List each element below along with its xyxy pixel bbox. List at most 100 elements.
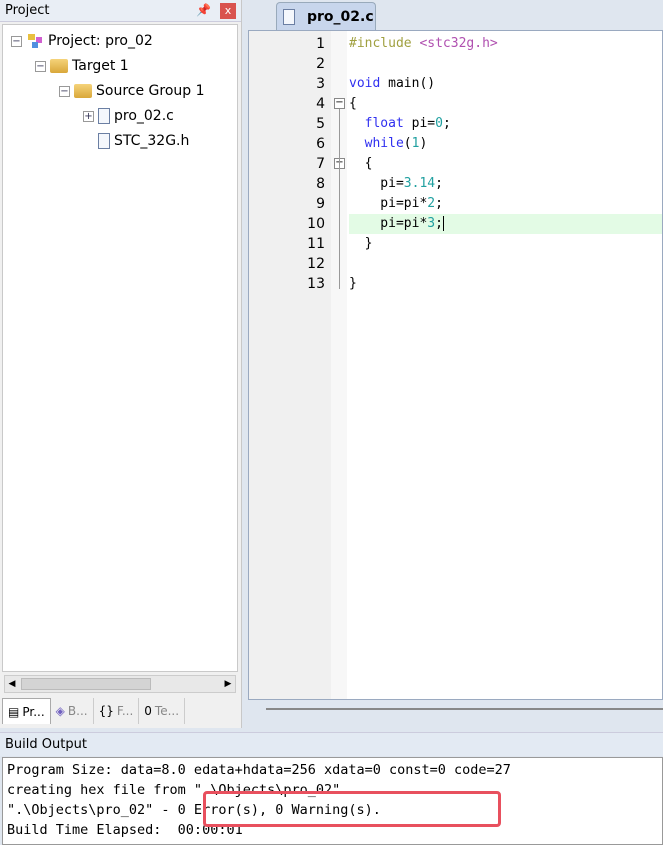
line-number: 4 bbox=[316, 96, 325, 112]
project-panel-tabs: ▤ Pr... ◈ B...{} F... 0 Te... bbox=[2, 698, 186, 726]
code-token: ) bbox=[419, 136, 428, 151]
line-number: 1 bbox=[316, 36, 325, 52]
tree-node-label: pro_02.c bbox=[114, 108, 174, 124]
line-number: 9 bbox=[316, 196, 325, 212]
panel-tab-label: F... bbox=[116, 704, 134, 718]
close-panel-button[interactable]: x bbox=[220, 3, 236, 19]
code-token: pi= bbox=[403, 116, 436, 131]
tree-node[interactable]: − Project: pro_02 bbox=[11, 31, 153, 51]
editor-bottom-divider bbox=[266, 708, 663, 710]
code-line[interactable]: void main() bbox=[349, 74, 662, 94]
line-number: 3 bbox=[316, 76, 325, 92]
expand-icon[interactable]: + bbox=[83, 110, 94, 122]
collapse-icon[interactable]: − bbox=[35, 60, 46, 72]
code-token: ( bbox=[403, 136, 412, 151]
code-line[interactable]: pi=pi*3; bbox=[349, 214, 662, 234]
code-line[interactable]: #include <stc32g.h> bbox=[349, 34, 662, 54]
target-folder-icon bbox=[50, 59, 68, 73]
code-line[interactable]: float pi=0; bbox=[349, 114, 662, 134]
project-panel-title: Project bbox=[5, 3, 50, 18]
code-token: pi=pi* bbox=[349, 196, 428, 211]
code-token: 2 bbox=[427, 196, 436, 211]
code-token: { bbox=[349, 96, 357, 111]
code-token: ; bbox=[442, 116, 451, 131]
line-number: 5 bbox=[316, 116, 325, 132]
code-token: ; bbox=[435, 216, 443, 231]
code-line[interactable]: } bbox=[349, 234, 662, 254]
line-number: 12 bbox=[307, 256, 325, 272]
tree-node[interactable]: STC_32G.h bbox=[83, 131, 189, 151]
code-token: } bbox=[349, 236, 373, 251]
books-icon: ◈ bbox=[55, 704, 65, 718]
code-line[interactable]: pi=pi*2; bbox=[349, 194, 662, 214]
file-icon bbox=[283, 8, 295, 25]
line-number: 2 bbox=[316, 56, 325, 72]
panel-tab[interactable]: 0 Te... bbox=[139, 698, 186, 724]
tree-node-label: Project: pro_02 bbox=[48, 33, 153, 49]
code-line[interactable]: pi=3.14; bbox=[349, 174, 662, 194]
tree-node-label: Source Group 1 bbox=[96, 83, 205, 99]
code-line[interactable] bbox=[349, 254, 662, 274]
collapse-icon[interactable]: − bbox=[11, 35, 22, 47]
scroll-right-icon[interactable]: ▶ bbox=[221, 676, 235, 692]
code-line[interactable]: while(1) bbox=[349, 134, 662, 154]
line-number: 10 bbox=[307, 216, 325, 232]
code-line[interactable]: { bbox=[349, 154, 662, 174]
code-token: while bbox=[364, 136, 404, 151]
tab-pro-02-c[interactable]: pro_02.c bbox=[276, 2, 376, 30]
editor-tab-label: pro_02.c bbox=[307, 8, 374, 25]
panel-tab-label: Te... bbox=[154, 704, 180, 718]
folder-icon bbox=[74, 84, 92, 98]
code-token: float bbox=[364, 116, 404, 131]
panel-tab-label: B... bbox=[67, 704, 88, 718]
error-warning-highlight-box bbox=[203, 791, 501, 827]
code-token: 3.14 bbox=[403, 176, 436, 191]
scroll-left-icon[interactable]: ◀ bbox=[5, 676, 19, 692]
project-panel-header: Project 📌 x bbox=[0, 0, 241, 22]
code-token: } bbox=[349, 276, 357, 291]
code-token: 3 bbox=[427, 216, 436, 231]
project-icon bbox=[26, 33, 44, 49]
line-number: 6 bbox=[316, 136, 325, 152]
panel-tab-label: Pr... bbox=[22, 704, 45, 719]
code-line[interactable]: { bbox=[349, 94, 662, 114]
tree-node-label: Target 1 bbox=[72, 58, 129, 74]
code-token: #include bbox=[349, 36, 420, 51]
panel-tab[interactable]: ◈ B... bbox=[51, 698, 94, 724]
code-token: <stc32g.h> bbox=[419, 36, 498, 51]
build-output-line: Program Size: data=8.0 edata+hdata=256 x… bbox=[7, 762, 511, 778]
project-tree: − Project: pro_02− Target 1− Source Group 1… bbox=[2, 24, 238, 672]
code-line[interactable] bbox=[349, 54, 662, 74]
code-token: ; bbox=[435, 176, 443, 191]
code-token: 0 bbox=[435, 116, 443, 131]
tree-node[interactable]: − Target 1 bbox=[35, 56, 129, 76]
code-line[interactable]: } bbox=[349, 274, 662, 294]
tree-node[interactable]: − Source Group 1 bbox=[59, 81, 205, 101]
panel-tab[interactable]: ▤ Pr... bbox=[2, 698, 51, 724]
code-token: pi= bbox=[349, 176, 404, 191]
panel-tab[interactable]: {} F... bbox=[94, 698, 140, 724]
project-tab-icon: ▤ bbox=[8, 704, 20, 719]
c-file-icon bbox=[98, 108, 110, 124]
code-token: void bbox=[349, 76, 381, 91]
pin-icon[interactable]: 📌 bbox=[196, 3, 211, 17]
line-number: 8 bbox=[316, 176, 325, 192]
templates-icon: 0 bbox=[144, 704, 152, 718]
line-number: 11 bbox=[307, 236, 325, 252]
project-panel: Project 📌 x − Project: pro_02− Target 1− So… bbox=[0, 0, 242, 728]
h-file-icon bbox=[98, 133, 110, 149]
scrollbar-thumb[interactable] bbox=[21, 678, 151, 690]
fold-line bbox=[339, 109, 340, 289]
editor-area: pro_02.c 1 #include <stc32g.h> 2 3 void main… bbox=[246, 0, 663, 728]
collapse-icon[interactable]: − bbox=[59, 85, 70, 97]
tree-node[interactable]: + pro_02.c bbox=[83, 106, 174, 126]
line-number: 13 bbox=[307, 276, 325, 292]
line-number: 7 bbox=[316, 156, 325, 172]
fold-collapse-icon[interactable]: − bbox=[334, 98, 345, 109]
code-editor[interactable]: 1 #include <stc32g.h> 2 3 void main() 4{−5 fl… bbox=[248, 30, 663, 700]
code-token: main() bbox=[380, 76, 436, 91]
horizontal-scrollbar[interactable]: ◀ ▶ bbox=[4, 675, 236, 693]
code-token: { bbox=[349, 156, 373, 171]
